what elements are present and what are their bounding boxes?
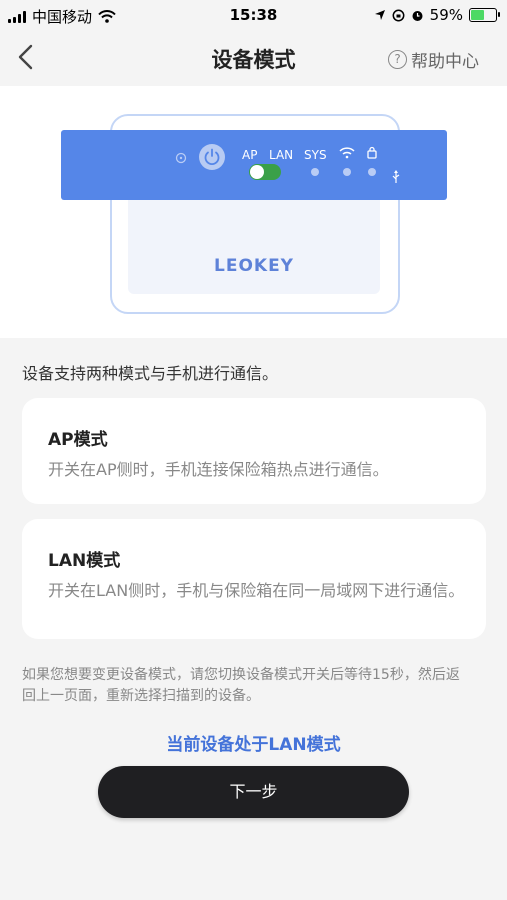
power-button-icon xyxy=(199,144,225,170)
sys-led xyxy=(311,168,319,176)
screen-lock-icon xyxy=(392,9,405,21)
wifi-indicator-icon xyxy=(339,147,355,159)
navigation-bar: 设备模式 ? 帮助中心 xyxy=(0,30,507,86)
location-arrow-icon xyxy=(374,10,385,20)
mode-change-note: 如果您想要变更设备模式，请您切换设备模式开关后等待15秒，然后返回上一页面，重新… xyxy=(22,667,460,704)
battery-percent: 59% xyxy=(429,6,463,24)
sys-label: SYS xyxy=(304,148,327,162)
current-mode-status: 当前设备处于LAN模式 xyxy=(166,735,341,755)
lan-mode-card: LAN模式 开关在LAN侧时，手机与保险箱在同一局域网下进行通信。 xyxy=(22,519,486,639)
device-front-panel xyxy=(128,190,380,294)
ap-mode-card: AP模式 开关在AP侧时，手机连接保险箱热点进行通信。 xyxy=(22,398,486,504)
lock-indicator-icon xyxy=(367,146,377,159)
battery-icon xyxy=(469,8,500,22)
device-control-panel: AP LAN SYS xyxy=(61,130,447,200)
lan-label: LAN xyxy=(269,148,294,162)
device-illustration: LEOKEY AP LAN SYS xyxy=(0,86,507,338)
mode-switch-knob xyxy=(250,165,264,179)
usb-icon xyxy=(392,170,400,183)
help-icon: ? xyxy=(388,50,407,69)
reset-icon xyxy=(175,152,187,164)
lan-mode-title: LAN模式 xyxy=(48,551,121,571)
help-center-button[interactable]: ? 帮助中心 xyxy=(388,47,479,72)
lock-led xyxy=(368,168,376,176)
intro-text: 设备支持两种模式与手机进行通信。 xyxy=(22,364,279,383)
alarm-icon xyxy=(412,10,423,21)
wifi-led xyxy=(343,168,351,176)
ap-mode-title: AP模式 xyxy=(48,430,108,450)
mode-switch xyxy=(249,164,281,180)
status-bar: 中国移动 15:38 59% xyxy=(0,0,507,30)
next-button[interactable]: 下一步 xyxy=(98,766,409,818)
lan-mode-description: 开关在LAN侧时，手机与保险箱在同一局域网下进行通信。 xyxy=(48,581,465,600)
help-center-label: 帮助中心 xyxy=(411,52,479,72)
ap-mode-description: 开关在AP侧时，手机连接保险箱热点进行通信。 xyxy=(48,460,389,479)
ap-label: AP xyxy=(242,148,258,162)
device-brand-logo: LEOKEY xyxy=(214,256,294,276)
